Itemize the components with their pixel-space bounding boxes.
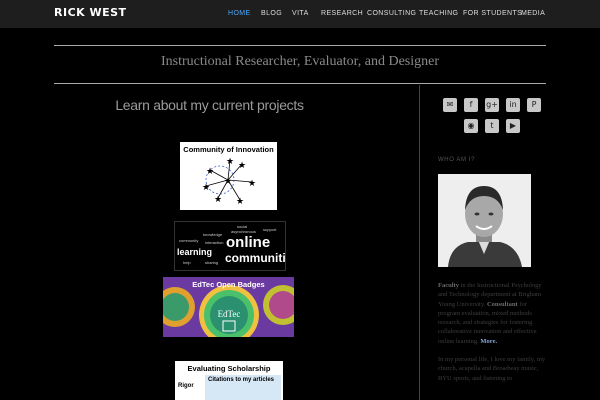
bio-personal-text: In my personal life, I love my family, m… <box>438 356 546 382</box>
twitter-icon[interactable]: t <box>485 119 499 133</box>
scholarship-subtitle: Citations to my articles <box>208 377 275 383</box>
profile-photo <box>438 174 531 267</box>
word-asynchronous: asynchronous <box>231 229 256 234</box>
google-plus-icon[interactable]: g+ <box>485 98 499 112</box>
svg-text:★: ★ <box>226 157 234 167</box>
nav-teaching[interactable]: TEACHING <box>419 10 458 17</box>
svg-text:★: ★ <box>248 179 256 189</box>
svg-text:★: ★ <box>202 183 210 193</box>
site-tagline: Instructional Researcher, Evaluator, and… <box>161 54 439 69</box>
svg-text:★: ★ <box>224 177 232 187</box>
scholarship-panel: Citations to my articles <box>205 375 281 400</box>
header-rule-top <box>54 45 546 46</box>
nav-for-students[interactable]: FOR STUDENTS <box>463 10 522 17</box>
project-online-communities[interactable]: learning online communities social async… <box>174 221 286 271</box>
word-communities: communities <box>225 251 286 265</box>
svg-text:★: ★ <box>206 167 214 177</box>
word-help: help <box>183 260 191 265</box>
email-icon[interactable]: ✉ <box>443 98 457 112</box>
word-community: community <box>179 238 199 243</box>
bio-text: Faculty in the Instructional Psychology … <box>438 281 550 383</box>
bio-faculty-label: Faculty <box>438 282 459 289</box>
sidebar-divider <box>419 85 420 400</box>
nav-consulting[interactable]: CONSULTING <box>367 10 416 17</box>
nav-research[interactable]: RESEARCH <box>321 10 363 17</box>
youtube-icon[interactable]: ▶ <box>506 119 520 133</box>
facebook-icon[interactable]: f <box>464 98 478 112</box>
project-community-of-innovation[interactable]: Community of Innovation ★ ★ ★ ★ ★ ★ ★ ★ <box>180 142 277 210</box>
top-navigation-bar: RICK WEST HOME BLOG VITA RESEARCH CONSUL… <box>0 0 600 28</box>
svg-text:★: ★ <box>238 161 246 171</box>
linkedin-icon[interactable]: in <box>506 98 520 112</box>
word-sharing: sharing <box>205 260 219 265</box>
site-brand[interactable]: RICK WEST <box>54 6 127 19</box>
word-interaction: interaction <box>205 240 224 245</box>
scholarship-side-letters: Rigor <box>178 383 194 389</box>
badges-title: EdTec Open Badges <box>192 280 265 289</box>
project-edtec-open-badges[interactable]: EdTec Open Badges EdTec <box>163 277 294 337</box>
word-learning: learning <box>177 247 213 257</box>
rss-icon[interactable]: ◉ <box>464 119 478 133</box>
nav-home[interactable]: HOME <box>228 10 251 17</box>
word-knowledge: knowledge <box>203 232 223 237</box>
who-am-i-heading: WHO AM I? <box>438 157 476 163</box>
bio-more-link[interactable]: More. <box>480 338 497 345</box>
svg-text:★: ★ <box>236 197 244 207</box>
scholarship-title: Evaluating Scholarship <box>187 364 271 373</box>
word-online: online <box>226 234 271 251</box>
svg-text:★: ★ <box>214 195 222 205</box>
nav-media[interactable]: MEDIA <box>521 10 545 17</box>
badges-center-label: EdTec <box>217 309 241 319</box>
header-rule-bottom <box>54 83 546 84</box>
bio-consultant-label: Consultant <box>486 300 518 308</box>
nav-blog[interactable]: BLOG <box>261 10 282 17</box>
pinterest-icon[interactable]: P <box>527 98 541 112</box>
project-evaluating-scholarship[interactable]: Evaluating Scholarship Citations to my a… <box>175 361 283 400</box>
network-stars-icon: ★★★ ★★ ★ ★★ <box>202 157 256 207</box>
projects-heading: Learn about my current projects <box>115 97 304 113</box>
portrait-image <box>438 174 531 267</box>
nav-vita[interactable]: VITA <box>292 10 309 17</box>
word-support: support <box>263 227 277 232</box>
